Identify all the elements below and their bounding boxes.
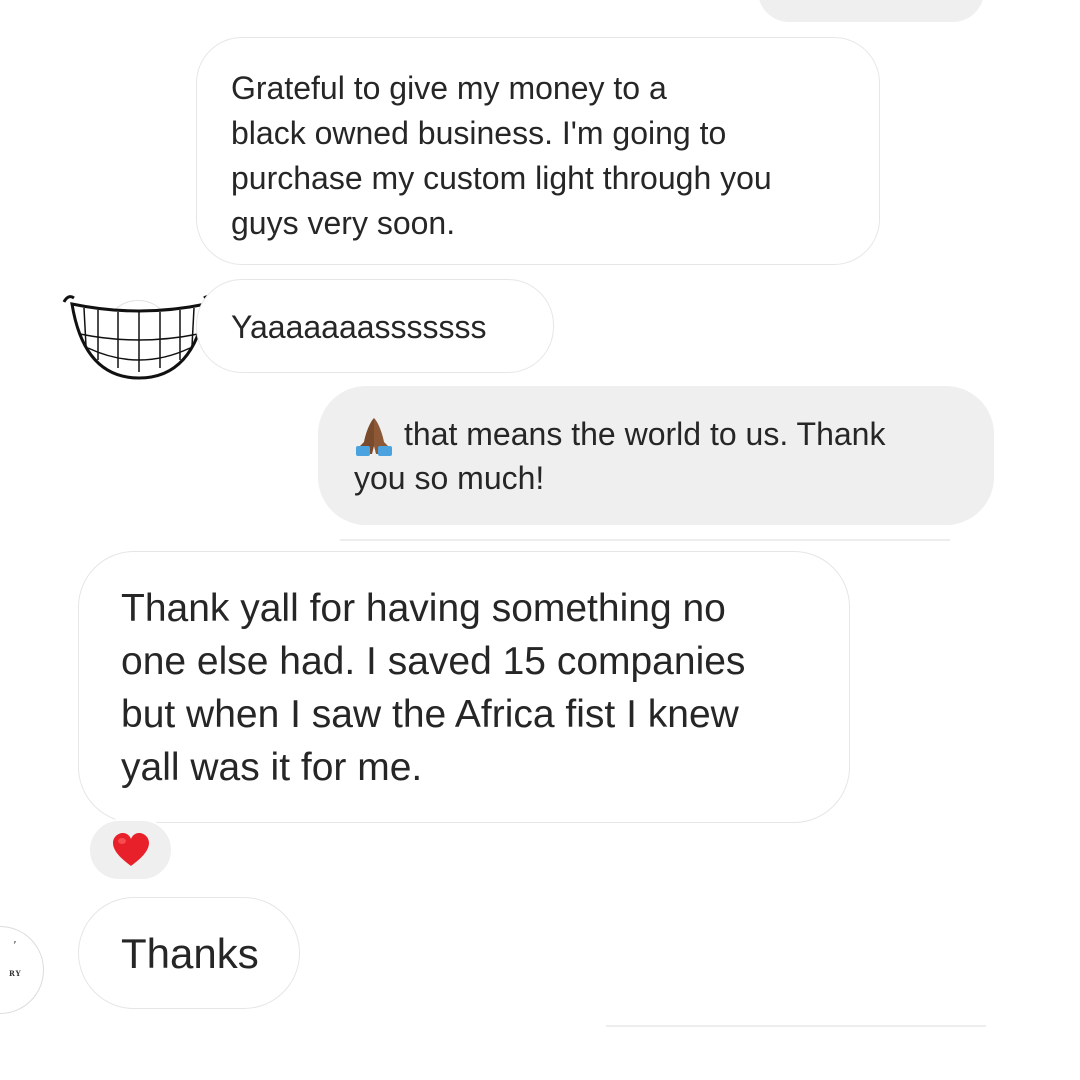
message-text: Grateful to give my money to a black own… (231, 70, 772, 241)
message-bubble-received[interactable]: Thank yall for having something no one e… (78, 551, 850, 823)
message-bubble-received[interactable]: Yaaaaaaasssssss (196, 279, 554, 373)
message-text: Yaaaaaaasssssss (231, 309, 487, 345)
message-bubble-sent[interactable]: that means the world to us. Thank you so… (318, 386, 994, 525)
message-text: Thank yall for having something no one e… (121, 587, 746, 789)
divider (606, 1025, 986, 1027)
folded-hands-icon (356, 418, 392, 456)
avatar-logo-mark: ’ (13, 939, 17, 952)
divider (340, 539, 950, 541)
message-bubble-received[interactable]: Grateful to give my money to a black own… (196, 37, 880, 265)
message-text: that means the world to us. Thank you so… (354, 416, 886, 496)
avatar-logo-text: RY (9, 969, 22, 978)
message-text: Thanks (121, 930, 259, 977)
avatar[interactable]: ’ RY (0, 926, 44, 1014)
smile-teeth-icon (62, 295, 216, 380)
message-bubble-sent-partial[interactable] (758, 0, 984, 22)
message-bubble-received[interactable]: Thanks (78, 897, 300, 1009)
red-heart-icon (112, 833, 149, 866)
reaction-badge[interactable] (88, 819, 173, 881)
